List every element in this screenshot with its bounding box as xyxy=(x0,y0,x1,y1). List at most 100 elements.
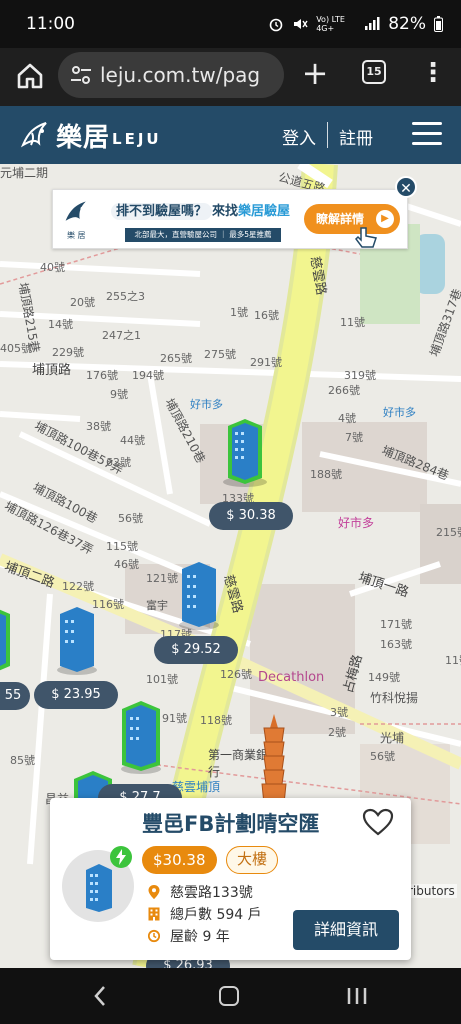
status-icons: Vo) LTE 4G+ 82% xyxy=(268,14,443,34)
address-number: 46號 xyxy=(114,558,139,571)
address-number: 121號 xyxy=(146,572,178,585)
property-address: 慈雲路133號 xyxy=(170,885,253,901)
header-divider xyxy=(327,122,328,148)
recent-apps-icon[interactable] xyxy=(346,986,368,1006)
login-link[interactable]: 登入 xyxy=(282,124,316,149)
address-number: 7號 xyxy=(345,431,363,444)
battery-percent: 82% xyxy=(388,14,426,34)
hand-pointer-icon xyxy=(355,227,377,248)
location-pin-icon xyxy=(148,885,160,899)
road-label: 光埔 xyxy=(380,731,405,745)
ad-subtitle: 北部最大，直營驗屋公司 ｜ 最多5星推薦 xyxy=(125,228,281,242)
detail-info-button[interactable]: 詳細資訊 xyxy=(293,910,399,950)
ad-logo-text: 樂 居 xyxy=(67,231,86,240)
address-number: 14號 xyxy=(48,318,73,331)
favorite-heart-icon[interactable] xyxy=(362,808,394,836)
age-row: 屋齡 9 年 xyxy=(148,926,230,946)
address-number: 16號 xyxy=(254,309,279,322)
lightning-icon xyxy=(110,846,132,868)
building-marker[interactable] xyxy=(0,604,16,676)
address-number: 118號 xyxy=(200,714,232,727)
ad-banner[interactable]: 樂 居 排不到驗屋嗎？ 來找樂居驗屋 北部最大，直營驗屋公司 ｜ 最多5星推薦 瞭… xyxy=(52,189,408,249)
road-label: 埔頂路 xyxy=(32,363,72,378)
property-title[interactable]: 豐邑FB計劃晴空匯 xyxy=(142,808,319,838)
property-households: 總戶數 594 戶 xyxy=(170,907,262,923)
poi-decathlon[interactable]: Decathlon xyxy=(258,670,324,685)
ad-learn-more-button[interactable]: 瞭解詳情 ▶ xyxy=(304,204,400,234)
network-label: Vo) LTE 4G+ xyxy=(316,15,345,33)
system-nav-bar xyxy=(0,968,461,1024)
building-icon xyxy=(86,864,112,912)
mute-icon xyxy=(294,19,308,29)
register-link[interactable]: 註冊 xyxy=(339,124,373,149)
home-icon[interactable] xyxy=(14,60,46,92)
building-small-icon xyxy=(148,907,160,921)
ad-button-label: 瞭解詳情 xyxy=(316,212,365,226)
new-tab-button[interactable]: + xyxy=(300,55,330,93)
address-number: 56號 xyxy=(370,750,395,763)
poi-costco[interactable]: 好市多 xyxy=(190,396,223,412)
more-menu-icon[interactable]: ⋮ xyxy=(420,58,446,88)
address-number: 176號 xyxy=(86,369,118,382)
ad-title-question: 排不到驗屋嗎？ xyxy=(111,203,213,220)
property-info-card[interactable]: 豐邑FB計劃晴空匯 $30.38 大樓 慈雲路133號 總戶數 594 戶 屋齡… xyxy=(50,798,411,960)
hamburger-menu-icon[interactable] xyxy=(412,122,442,146)
url-text: leju.com.tw/pag xyxy=(100,63,261,87)
building-marker[interactable] xyxy=(176,559,222,631)
building-marker[interactable] xyxy=(220,416,270,488)
map-attribution[interactable]: ributors xyxy=(406,884,457,898)
address-number: 11號 xyxy=(445,654,461,667)
property-age: 屋齡 9 年 xyxy=(170,929,230,945)
browser-toolbar: leju.com.tw/pag + 15 ⋮ xyxy=(0,48,461,106)
address-number: 2號 xyxy=(328,726,346,739)
tab-switcher-button[interactable]: 15 xyxy=(362,60,386,84)
property-type-badge: 大樓 xyxy=(226,846,279,874)
address-number: 265號 xyxy=(160,352,192,365)
building-marker[interactable] xyxy=(54,604,100,676)
logo-text-en: LEJU xyxy=(112,130,162,148)
ad-close-icon[interactable]: ✕ xyxy=(395,176,417,198)
road-label: 元埔二期 xyxy=(0,166,49,180)
leju-logo[interactable]: 樂居 LEJU xyxy=(20,116,162,154)
taipei-tower-icon xyxy=(261,714,287,804)
address-number: 62號 xyxy=(106,456,131,469)
battery-icon xyxy=(434,16,443,32)
price-marker[interactable]: $ 23.95 xyxy=(34,681,118,709)
address-number: 126號 xyxy=(220,668,252,681)
price-marker[interactable]: $ 29.52 xyxy=(154,636,238,664)
leju-logo-icon xyxy=(20,122,47,148)
address-number: 91號 xyxy=(162,712,187,725)
clock-icon xyxy=(148,929,160,943)
address-number: 101號 xyxy=(146,673,178,686)
address-number: 171號 xyxy=(380,618,412,631)
logo-text-cn: 樂居 xyxy=(56,122,111,153)
ad-title-highlight: 樂居驗屋 xyxy=(238,204,291,219)
address-number: 229號 xyxy=(52,346,84,359)
alarm-icon xyxy=(269,18,283,32)
address-number: 44號 xyxy=(120,434,145,447)
home-button-icon[interactable] xyxy=(219,986,239,1006)
address-number: 163號 xyxy=(380,638,412,651)
address-number: 3號 xyxy=(330,706,348,719)
back-icon[interactable] xyxy=(92,984,108,1008)
address-number: 9號 xyxy=(110,388,128,401)
status-bar: 11:00 Vo) LTE 4G+ 82% xyxy=(0,0,461,48)
address-number: 85號 xyxy=(10,754,35,767)
address-number: 11號 xyxy=(340,316,365,329)
price-marker[interactable]: $ 30.38 xyxy=(209,502,293,530)
address-number: 1號 xyxy=(230,306,248,319)
address-number: 247之1 xyxy=(102,329,141,342)
site-settings-icon[interactable] xyxy=(68,62,94,88)
poi-costco-building[interactable]: 好市多 xyxy=(338,514,374,531)
ad-title: 排不到驗屋嗎？ 來找樂居驗屋 xyxy=(111,200,291,220)
poi-costco[interactable]: 好市多 xyxy=(383,404,416,420)
poi-fuyu: 富宇 xyxy=(146,599,168,612)
address-number: 188號 xyxy=(310,468,342,481)
address-number: 115號 xyxy=(106,540,138,553)
building-marker[interactable] xyxy=(118,699,164,775)
status-time: 11:00 xyxy=(26,14,75,34)
price-marker[interactable]: 55 xyxy=(0,682,30,710)
address-row: 慈雲路133號 xyxy=(148,882,253,902)
address-bar[interactable]: leju.com.tw/pag xyxy=(58,52,284,98)
address-number: 122號 xyxy=(62,580,94,593)
